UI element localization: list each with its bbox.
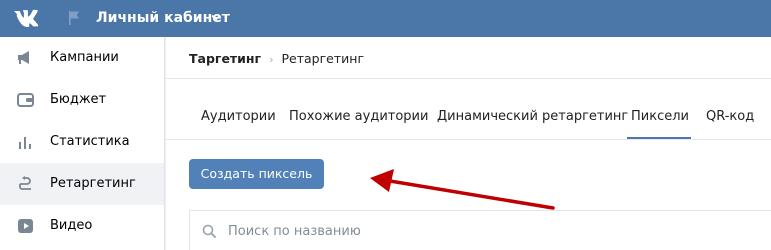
sidebar-item-label: Статистика: [50, 134, 130, 149]
sidebar-item-budget[interactable]: Бюджет: [0, 79, 164, 121]
breadcrumb-current: Ретаргетинг: [281, 51, 365, 66]
tab-qr-code[interactable]: QR-код: [706, 109, 754, 125]
breadcrumb: Таргетинг › Ретаргетинг: [189, 51, 364, 68]
wallet-icon: [17, 93, 34, 107]
annotation-arrow: [370, 169, 555, 210]
tab-lookalike-audiences[interactable]: Похожие аудитории: [289, 109, 428, 125]
breadcrumb-root[interactable]: Таргетинг: [189, 51, 261, 66]
tab-dynamic-retargeting[interactable]: Динамический ретаргетинг: [437, 109, 628, 125]
sidebar-item-label: Кампании: [50, 50, 119, 65]
vk-logo[interactable]: [12, 8, 42, 28]
flag-icon[interactable]: [67, 10, 81, 26]
sidebar-item-label: Видео: [50, 218, 93, 233]
search-input[interactable]: [228, 220, 728, 242]
breadcrumb-separator: ›: [269, 53, 274, 66]
search-icon: [202, 224, 216, 238]
sidebar: Кампании Бюджет Статистика Ретаргетинг В…: [0, 37, 165, 250]
tab-audiences[interactable]: Аудитории: [201, 109, 276, 125]
chevron-down-icon[interactable]: [211, 13, 221, 23]
main-content: Таргетинг › Ретаргетинг Аудитории Похожие …: [166, 37, 771, 250]
sidebar-item-label: Ретаргетинг: [50, 176, 136, 191]
video-play-icon: [18, 219, 33, 233]
megaphone-icon: [18, 51, 29, 64]
bar-chart-icon: [19, 137, 31, 149]
sidebar-item-label: Бюджет: [50, 92, 107, 107]
create-pixel-button[interactable]: Создать пиксель: [189, 159, 324, 189]
sidebar-item-campaigns[interactable]: Кампании: [0, 37, 164, 79]
sidebar-item-retargeting[interactable]: Ретаргетинг: [0, 163, 164, 205]
header-divider: [166, 78, 771, 79]
tabs-divider: [166, 139, 771, 140]
tab-pixels[interactable]: Пиксели: [631, 109, 689, 125]
sidebar-item-video[interactable]: Видео: [0, 205, 164, 247]
search-box: [189, 210, 771, 250]
cabinet-title[interactable]: Личный кабинет: [96, 9, 230, 27]
top-header: Личный кабинет: [0, 0, 771, 37]
sidebar-item-statistics[interactable]: Статистика: [0, 121, 164, 163]
retarget-arrow-icon: [19, 176, 31, 190]
